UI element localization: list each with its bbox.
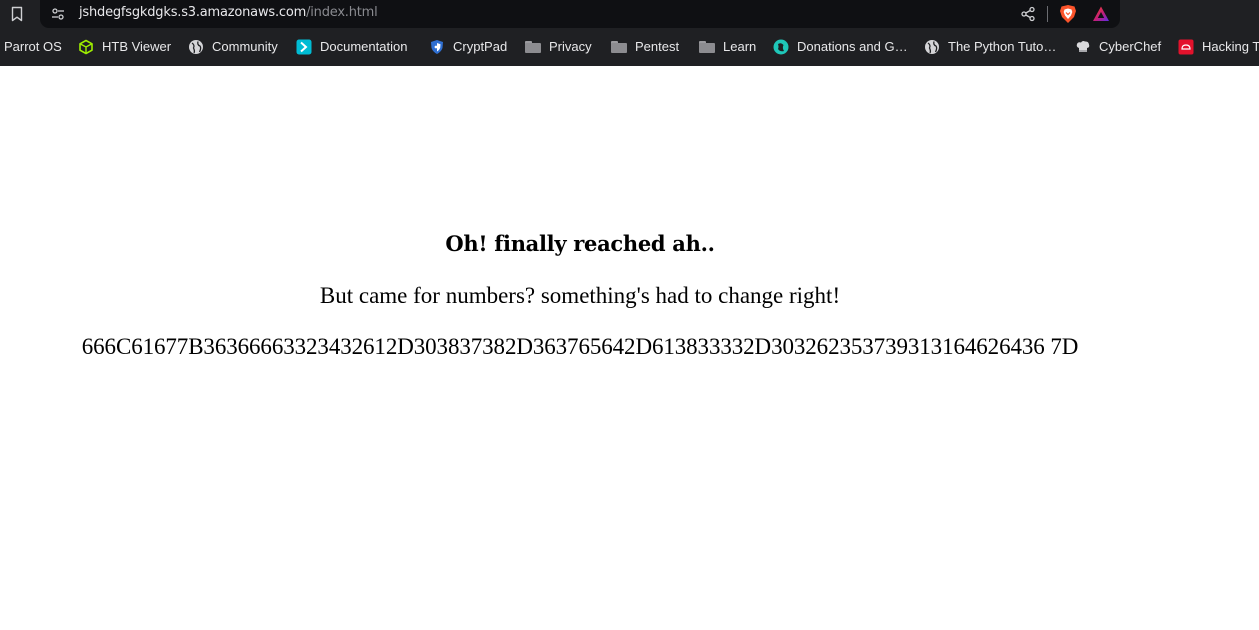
globe-icon <box>189 40 203 54</box>
cube-icon <box>79 39 93 55</box>
bookmark-label: Documentation <box>320 39 408 54</box>
folder-icon <box>699 39 715 55</box>
site-info-button[interactable] <box>50 6 66 22</box>
bookmark-label: Privacy <box>549 39 592 54</box>
bookmark-donations[interactable]: Donations and G… <box>773 36 908 58</box>
share-icon <box>1021 6 1035 22</box>
url-host: jshdegfsgkdgks.s3.amazonaws.com <box>79 5 307 20</box>
bookmark-label: Community <box>212 39 278 54</box>
address-bar-divider <box>1047 6 1048 22</box>
bookmark-hacking[interactable]: Hacking T <box>1178 36 1259 58</box>
bookmark-label: Donations and G… <box>797 39 908 54</box>
brave-rewards-icon[interactable] <box>1092 5 1110 23</box>
page-subtext: But came for numbers? something's had to… <box>319 283 841 308</box>
folder-icon <box>611 39 627 55</box>
bookmark-folder-pentest[interactable]: Pentest <box>611 36 679 58</box>
bookmark-page-button[interactable] <box>8 4 26 24</box>
shield-icon <box>431 40 443 54</box>
bookmark-cryptpad[interactable]: CryptPad <box>429 36 507 58</box>
donations-icon <box>773 39 789 55</box>
bookmark-label: The Python Tuto… <box>948 39 1057 54</box>
bookmark-cyberchef[interactable]: CyberChef <box>1075 36 1161 58</box>
bookmark-icon <box>11 6 23 22</box>
bookmark-label: Pentest <box>635 39 680 54</box>
bookmark-folder-learn[interactable]: Learn <box>699 36 756 58</box>
bookmark-label: CyberChef <box>1099 39 1162 54</box>
url-path: /index.html <box>306 5 378 20</box>
bookmark-python-tutorial[interactable]: The Python Tuto… <box>924 36 1056 58</box>
hacking-icon <box>1178 39 1194 55</box>
bookmark-community[interactable]: Community <box>188 36 278 58</box>
address-bar[interactable]: jshdegfsgkdgks.s3.amazonaws.com/index.ht… <box>40 0 1120 28</box>
globe-icon <box>925 40 939 54</box>
bookmark-label: Learn <box>723 39 757 54</box>
bookmark-documentation[interactable]: Documentation <box>296 36 407 58</box>
tune-icon <box>52 8 64 20</box>
bookmark-htb-viewer[interactable]: HTB Viewer <box>78 36 171 58</box>
hex-string: 666C61677B36366663323432612D303837382D36… <box>81 334 1079 359</box>
folder-icon <box>525 39 541 55</box>
page-content: Oh! finally reached ah.. But came for nu… <box>0 66 1259 630</box>
chef-icon <box>1076 40 1090 52</box>
bookmark-label: Hacking T <box>1202 39 1259 54</box>
share-button[interactable] <box>1019 5 1037 23</box>
brave-shields-icon[interactable] <box>1059 4 1077 24</box>
bookmark-label: HTB Viewer <box>102 39 172 54</box>
bookmark-label: Parrot OS <box>4 39 62 54</box>
url-text[interactable]: jshdegfsgkdgks.s3.amazonaws.com/index.ht… <box>79 5 378 21</box>
bookmark-folder-privacy[interactable]: Privacy <box>525 36 592 58</box>
page-heading: Oh! finally reached ah.. <box>445 231 715 256</box>
browser-chrome: jshdegfsgkdgks.s3.amazonaws.com/index.ht… <box>0 0 1259 66</box>
bookmark-label: CryptPad <box>453 39 508 54</box>
bookmark-parrot-os[interactable]: Parrot OS <box>4 36 62 58</box>
docs-icon <box>296 39 312 55</box>
bookmarks-bar: Parrot OS HTB Viewer Community Documenta… <box>0 36 1259 58</box>
